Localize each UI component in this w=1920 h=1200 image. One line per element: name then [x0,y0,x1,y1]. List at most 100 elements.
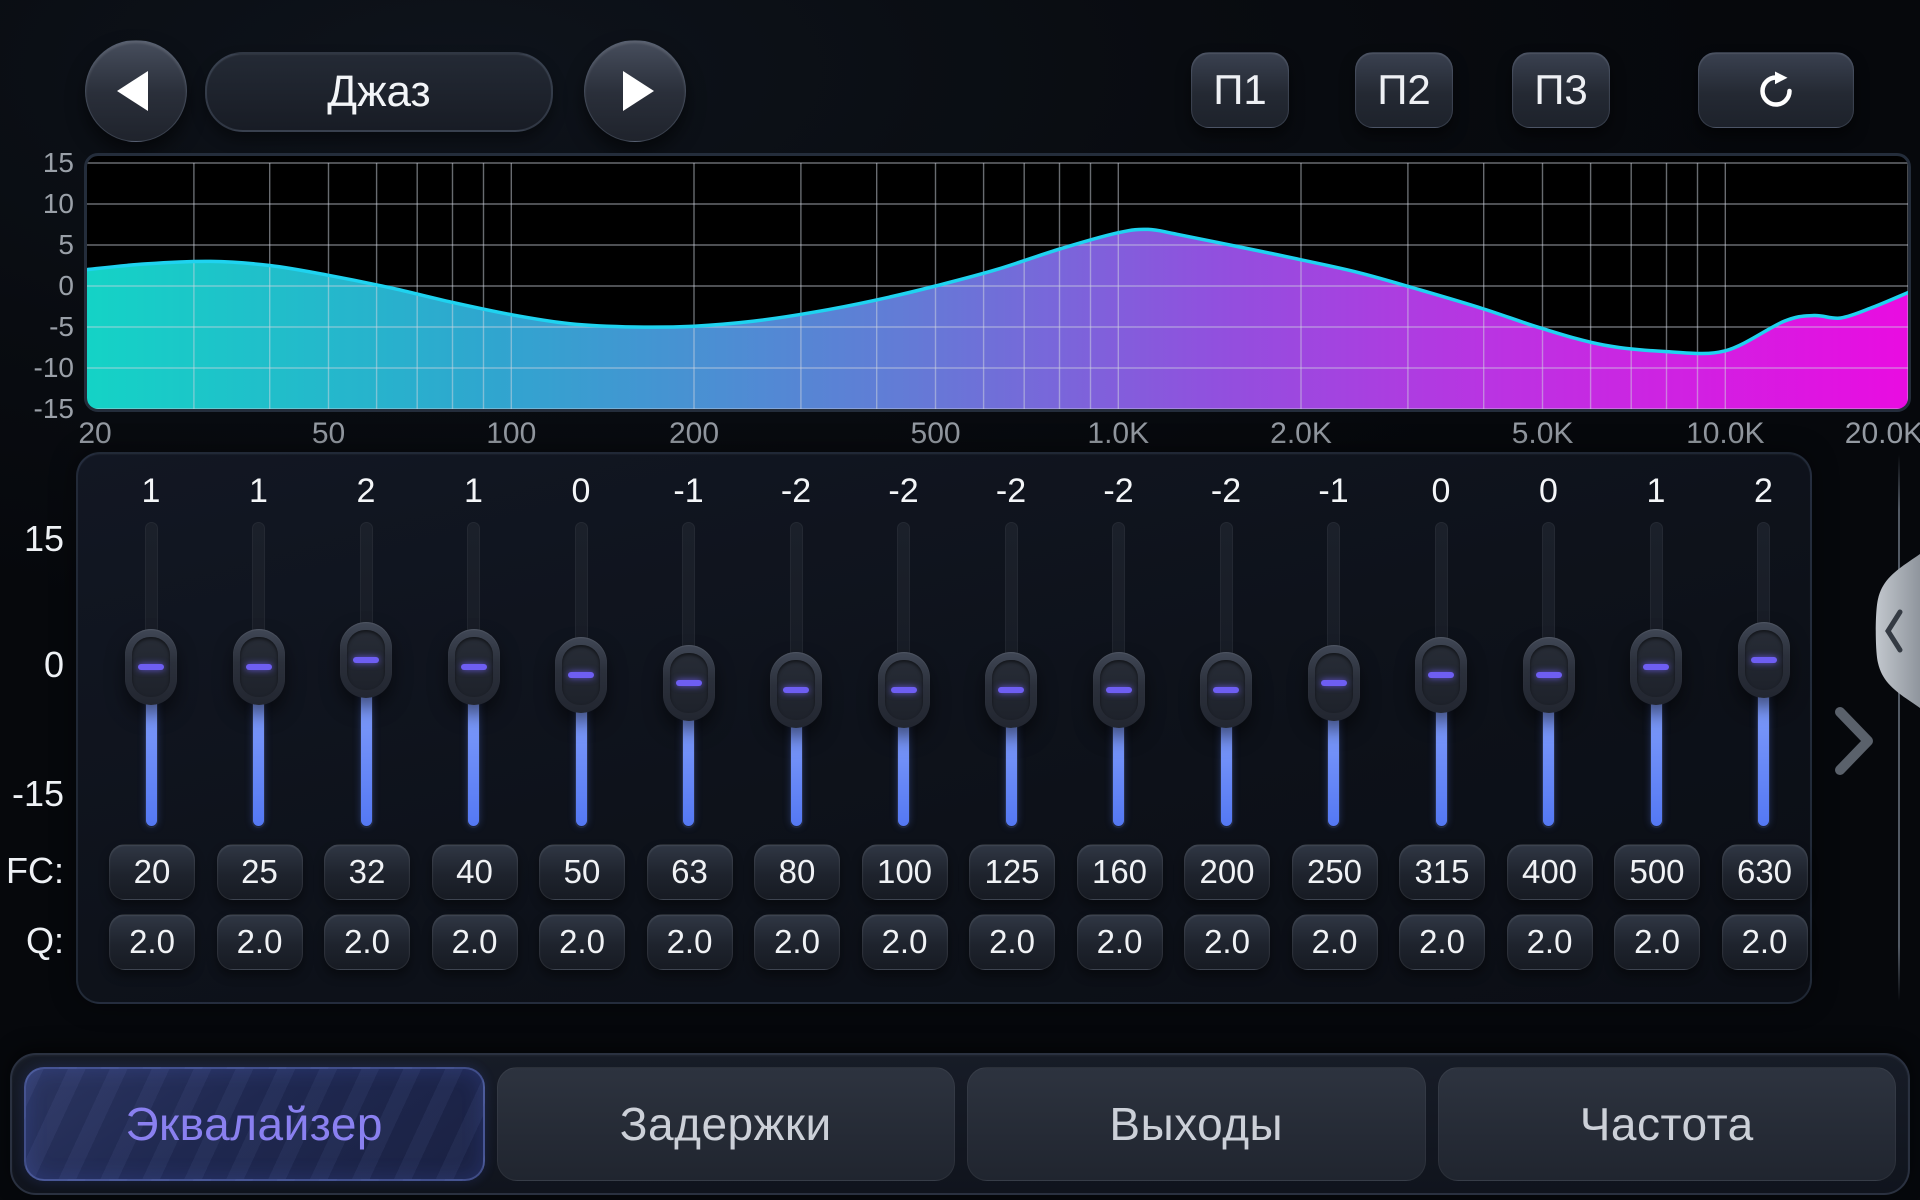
band-q-button[interactable]: 2.0 [324,914,410,970]
band-q-button[interactable]: 2.0 [647,914,733,970]
band-gain-value: 0 [1396,470,1486,512]
slider-thumb[interactable] [1200,652,1252,728]
preset-selector[interactable]: Джаз [205,52,553,132]
band-gain-slider[interactable] [1181,522,1271,828]
eq-band-32: 2322.0 [321,470,411,978]
band-gain-slider[interactable] [536,522,626,828]
y-axis-label: -10 [0,352,74,384]
slider-thumb-dash-icon [1106,687,1132,693]
band-gain-slider[interactable] [644,522,734,828]
slider-thumb[interactable] [663,645,715,721]
y-axis-label: 5 [0,229,74,261]
band-fc-button[interactable]: 500 [1614,844,1700,900]
band-gain-slider[interactable] [1504,522,1594,828]
band-q-button[interactable]: 2.0 [1614,914,1700,970]
slider-thumb[interactable] [233,629,285,705]
band-gain-slider[interactable] [751,522,841,828]
band-gain-slider[interactable] [966,522,1056,828]
band-fc-button[interactable]: 125 [969,844,1055,900]
band-gain-value: -2 [1074,470,1164,512]
band-q-button[interactable]: 2.0 [1507,914,1593,970]
slider-thumb[interactable] [1630,629,1682,705]
slider-thumb-face [132,637,170,697]
band-fc-button[interactable]: 63 [647,844,733,900]
band-q-button[interactable]: 2.0 [1292,914,1378,970]
eq-band-20: 1202.0 [106,470,196,978]
next-bands-button[interactable] [1830,704,1878,778]
tab-outputs[interactable]: Выходы [967,1067,1426,1181]
band-gain-slider[interactable] [1289,522,1379,828]
slider-thumb[interactable] [985,652,1037,728]
side-drawer-handle[interactable] [1864,552,1920,710]
fc-row-label: FC: [0,850,64,892]
band-fc-button[interactable]: 32 [324,844,410,900]
band-gain-slider[interactable] [214,522,304,828]
band-gain-slider[interactable] [859,522,949,828]
bottom-tab-bar: ЭквалайзерЗадержкиВыходыЧастота [10,1053,1910,1195]
tab-frequency[interactable]: Частота [1438,1067,1897,1181]
slider-thumb-dash-icon [676,680,702,686]
slider-thumb[interactable] [555,637,607,713]
band-q-button[interactable]: 2.0 [862,914,948,970]
band-gain-slider[interactable] [1074,522,1164,828]
band-fc-button[interactable]: 40 [432,844,518,900]
band-fc-button[interactable]: 630 [1722,844,1808,900]
slider-thumb[interactable] [125,629,177,705]
band-q-button[interactable]: 2.0 [432,914,518,970]
slider-thumb[interactable] [1738,622,1790,698]
band-fc-button[interactable]: 160 [1077,844,1163,900]
band-q-button[interactable]: 2.0 [539,914,625,970]
band-q-button[interactable]: 2.0 [1399,914,1485,970]
x-axis-label: 50 [312,417,345,451]
memory-button-p2[interactable]: П2 [1355,52,1453,128]
band-gain-value: 0 [536,470,626,512]
band-fc-button[interactable]: 200 [1184,844,1270,900]
band-gain-slider[interactable] [106,522,196,828]
band-fc-button[interactable]: 250 [1292,844,1378,900]
band-gain-value: 2 [1719,470,1809,512]
left-triangle-icon [117,71,148,111]
band-q-button[interactable]: 2.0 [1722,914,1808,970]
band-fc-button[interactable]: 25 [217,844,303,900]
band-q-button[interactable]: 2.0 [1077,914,1163,970]
band-gain-slider[interactable] [429,522,519,828]
band-q-button[interactable]: 2.0 [969,914,1055,970]
band-gain-slider[interactable] [1611,522,1701,828]
slider-thumb[interactable] [1415,637,1467,713]
band-fc-button[interactable]: 400 [1507,844,1593,900]
slider-thumb[interactable] [340,622,392,698]
memory-button-p3[interactable]: П3 [1512,52,1610,128]
tab-equalizer[interactable]: Эквалайзер [24,1067,485,1181]
eq-band-250: -12502.0 [1289,470,1379,978]
slider-thumb[interactable] [1523,637,1575,713]
eq-band-125: -21252.0 [966,470,1056,978]
eq-band-315: 0 315 2.0 [1396,470,1486,978]
band-fc-button[interactable]: 50 [539,844,625,900]
slider-fill [1436,699,1447,826]
slider-thumb-dash-icon [998,687,1024,693]
band-q-button[interactable]: 2.0 [109,914,195,970]
preset-next-button[interactable] [584,40,686,142]
memory-button-p1[interactable]: П1 [1191,52,1289,128]
band-gain-slider[interactable] [1719,522,1809,828]
band-q-button[interactable]: 2.0 [1184,914,1270,970]
reset-button[interactable] [1698,52,1854,128]
slider-thumb[interactable] [878,652,930,728]
band-q-button[interactable]: 2.0 [217,914,303,970]
slider-thumb-dash-icon [1643,664,1669,670]
preset-prev-button[interactable] [85,40,187,142]
slider-thumb-face [1207,660,1245,720]
x-axis-label: 200 [669,417,719,451]
tab-delays[interactable]: Задержки [497,1067,956,1181]
band-fc-button[interactable]: 315 [1399,844,1485,900]
band-q-button[interactable]: 2.0 [754,914,840,970]
slider-thumb[interactable] [1093,652,1145,728]
band-gain-slider[interactable] [1396,522,1486,828]
slider-thumb[interactable] [770,652,822,728]
band-fc-button[interactable]: 80 [754,844,840,900]
band-gain-slider[interactable] [321,522,411,828]
band-fc-button[interactable]: 20 [109,844,195,900]
slider-thumb[interactable] [1308,645,1360,721]
band-fc-button[interactable]: 100 [862,844,948,900]
slider-thumb[interactable] [448,629,500,705]
